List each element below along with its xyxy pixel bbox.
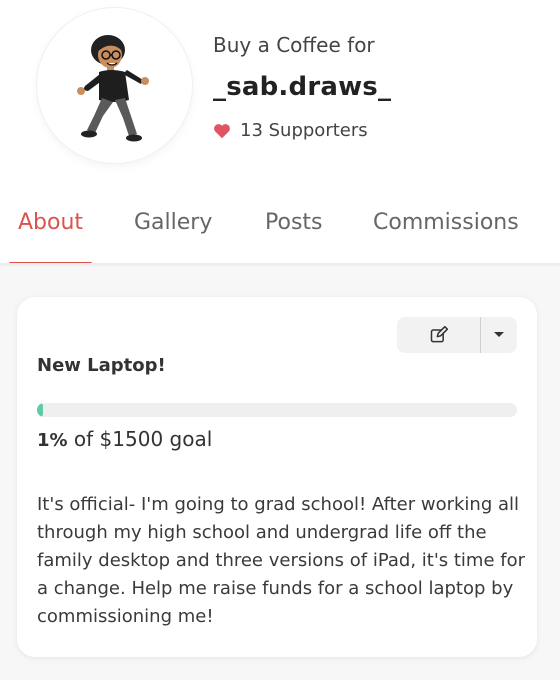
tab-about[interactable]: About xyxy=(8,200,93,265)
supporters-count[interactable]: 13 Supporters xyxy=(213,120,368,141)
tabs-divider xyxy=(0,263,560,266)
avatar[interactable] xyxy=(37,8,192,163)
goal-progress-bar xyxy=(37,403,517,417)
goal-amount-text: of $1500 goal xyxy=(73,427,213,451)
tab-commissions[interactable]: Commissions xyxy=(373,200,519,262)
goal-summary: 1% of $1500 goal xyxy=(37,427,212,451)
goal-percent: 1% xyxy=(37,430,68,451)
caret-down-icon xyxy=(494,332,504,337)
creator-name[interactable]: _sab.draws_ xyxy=(213,72,391,102)
tab-gallery[interactable]: Gallery xyxy=(134,200,212,262)
profile-header: Buy a Coffee for _sab.draws_ 13 Supporte… xyxy=(0,0,560,266)
goal-options-dropdown[interactable] xyxy=(481,317,517,353)
goal-title: New Laptop! xyxy=(37,355,166,376)
goal-progress-fill xyxy=(37,403,43,417)
heart-icon xyxy=(214,123,230,138)
character-illustration xyxy=(77,35,149,142)
supporters-text: 13 Supporters xyxy=(240,120,368,141)
profile-tabs: About Gallery Posts Commissions xyxy=(0,200,560,265)
header-subtitle: Buy a Coffee for xyxy=(213,33,375,57)
tab-posts[interactable]: Posts xyxy=(265,200,323,262)
goal-card: New Laptop! 1% of $1500 goal It's offici… xyxy=(17,297,537,657)
goal-actions xyxy=(397,317,517,353)
goal-description: It's official- I'm going to grad school!… xyxy=(37,494,526,627)
edit-icon xyxy=(430,325,448,343)
edit-goal-button[interactable] xyxy=(397,317,480,353)
